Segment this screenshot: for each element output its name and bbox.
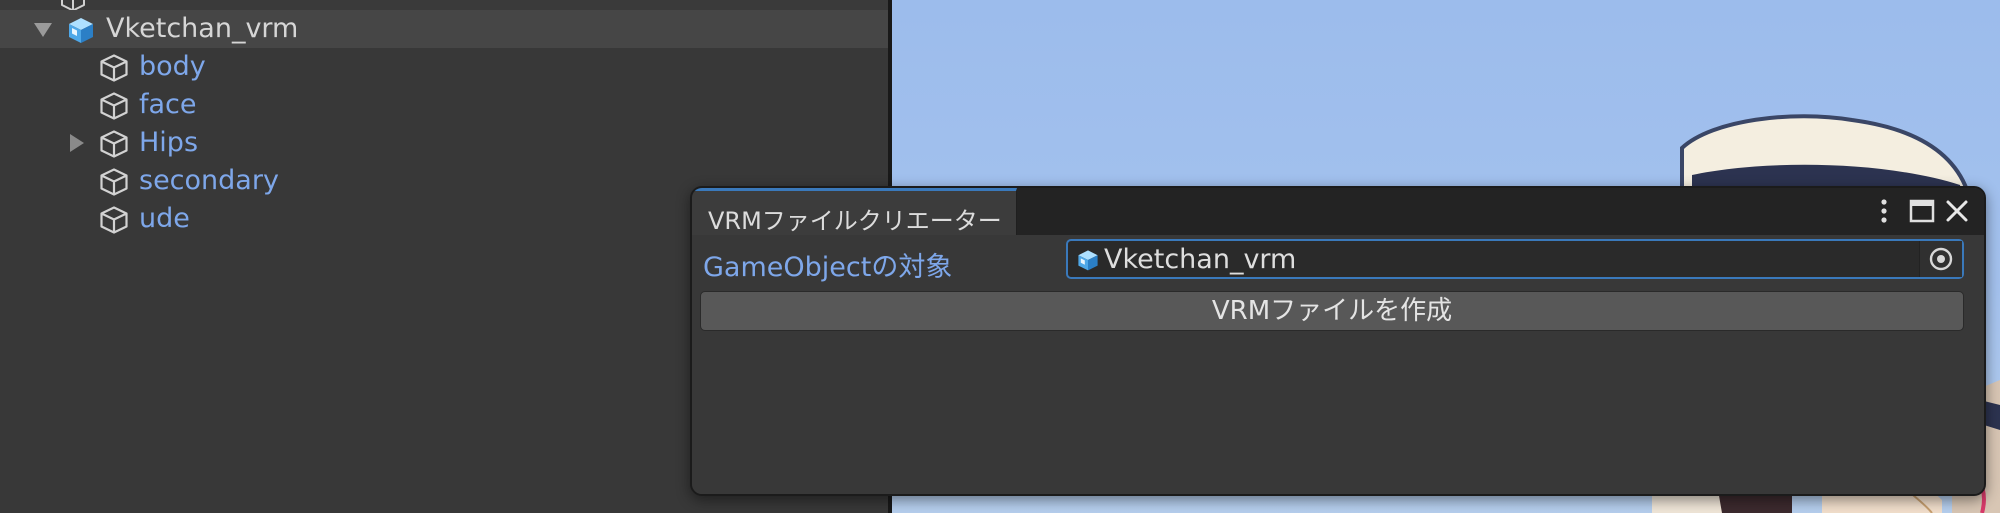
hierarchy-row-face[interactable]: face — [0, 86, 888, 124]
hierarchy-row-label: Vketchan_vrm — [106, 13, 299, 44]
prefab-cube-icon — [69, 18, 93, 43]
maximize-icon[interactable] — [1907, 196, 1937, 226]
gameobject-field-value: Vketchan_vrm — [1104, 244, 1297, 275]
hierarchy-row-hips[interactable]: Hips — [0, 124, 888, 162]
editor-root: Vketchan_vrm body face Hips secondary ud… — [0, 0, 2000, 513]
hierarchy-row-body[interactable]: body — [0, 48, 888, 86]
gameobject-cube-icon — [100, 168, 128, 196]
gameobject-cube-icon — [100, 130, 128, 158]
gameobject-cube-icon — [100, 92, 128, 120]
create-vrm-file-button[interactable]: VRMファイルを作成 — [700, 291, 1964, 331]
object-picker-icon — [1929, 247, 1953, 271]
foldout-expanded-icon[interactable] — [34, 23, 52, 37]
gameobject-object-field[interactable]: Vketchan_vrm — [1066, 239, 1964, 279]
foldout-collapsed-icon[interactable] — [70, 134, 84, 152]
prefab-cube-icon — [1078, 250, 1098, 271]
window-titlebar[interactable]: VRMファイルクリエーター — [692, 188, 1984, 235]
gameobject-cube-icon — [100, 206, 128, 234]
close-icon[interactable] — [1942, 196, 1972, 226]
object-picker-button[interactable] — [1919, 241, 1962, 277]
hierarchy-row-label: Hips — [139, 127, 199, 158]
gameobject-cube-icon — [100, 54, 128, 82]
hierarchy-row-label: body — [139, 51, 206, 82]
gameobject-field-label: GameObjectの対象 — [703, 252, 953, 283]
hierarchy-row-label: ude — [139, 203, 190, 234]
hierarchy-row-label: secondary — [139, 165, 279, 196]
window-tab-title: VRMファイルクリエーター — [708, 207, 1002, 235]
hierarchy-row-root[interactable]: Vketchan_vrm — [0, 10, 888, 48]
hierarchy-row-label: face — [139, 89, 197, 120]
window-body: GameObjectの対象 Vketchan_vrm VRMファイルを作成 — [692, 235, 1984, 494]
more-options-icon[interactable] — [1869, 196, 1899, 226]
window-tab[interactable]: VRMファイルクリエーター — [692, 188, 1017, 235]
vrm-file-creator-window: VRMファイルクリエーター GameObjectの対象 Vketchan_vrm… — [690, 186, 1986, 496]
